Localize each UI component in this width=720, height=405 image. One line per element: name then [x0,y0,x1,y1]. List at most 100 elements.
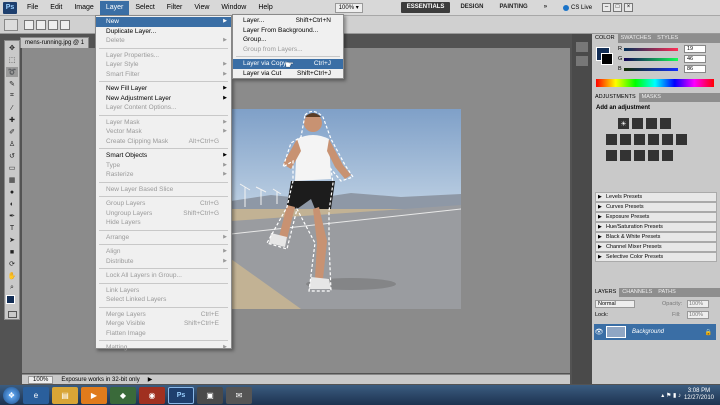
tool-preset-icon[interactable] [4,19,18,31]
maximize-button[interactable]: □ [613,3,623,12]
threshold-icon[interactable] [634,150,645,161]
app-taskbar-icon-1[interactable]: ◆ [110,386,136,404]
gradient-map-icon[interactable] [648,150,659,161]
curves-icon[interactable] [646,118,657,129]
preset-levels[interactable]: Levels Presets [595,192,717,202]
crop-tool-icon[interactable]: ⌗ [6,91,18,101]
black-white-icon[interactable] [648,134,659,145]
levels-icon[interactable] [632,118,643,129]
quick-select-tool-icon[interactable]: ✎ [6,79,18,89]
photo-filter-icon[interactable] [662,134,673,145]
dodge-tool-icon[interactable]: ◐ [6,199,18,209]
status-arrow-icon[interactable]: ▶ [148,376,153,383]
adjustment-icons-row-2[interactable] [606,134,687,145]
clone-stamp-tool-icon[interactable]: ♙ [6,139,18,149]
preset-hue-saturation[interactable]: Hue/Saturation Presets [595,222,717,232]
tab-masks[interactable]: MASKS [639,93,664,102]
tab-paths[interactable]: PATHS [655,288,679,297]
menu-view[interactable]: View [188,1,215,15]
eraser-tool-icon[interactable]: ▭ [6,163,18,173]
tab-color[interactable]: COLOR [592,34,618,43]
clock[interactable]: 3:08 PM 12/27/2010 [684,388,714,402]
menu-item-layer[interactable]: Layer... Shift+Ctrl+N [233,16,343,26]
invert-icon[interactable] [606,150,617,161]
actions-panel-icon[interactable] [576,56,588,66]
menu-image[interactable]: Image [68,1,99,15]
b-slider[interactable] [624,68,678,71]
shape-tool-icon[interactable]: ■ [6,247,18,257]
menu-item-layer-from-background[interactable]: Layer From Background... [233,26,343,36]
cs-live-button[interactable]: CS Live [563,4,592,11]
visibility-eye-icon[interactable]: 👁 [594,328,604,336]
preset-channel-mixer[interactable]: Channel Mixer Presets [595,242,717,252]
menu-help[interactable]: Help [252,1,278,15]
close-button[interactable]: × [624,3,634,12]
app-taskbar-icon-4[interactable]: ✉ [226,386,252,404]
g-slider[interactable] [624,58,678,61]
workspace-more-button[interactable]: » [538,2,553,13]
menu-file[interactable]: File [21,1,44,15]
explorer-taskbar-icon[interactable]: ▤ [52,386,78,404]
r-value-field[interactable]: 19 [684,45,706,53]
3d-rotate-tool-icon[interactable]: ⟳ [6,259,18,269]
zoom-dropdown[interactable]: 100% ▾ [334,2,363,13]
tray-icons[interactable]: ▴ ⚑ ▮ ♪ [661,392,681,399]
workspace-design[interactable]: DESIGN [454,2,489,13]
menu-filter[interactable]: Filter [161,1,189,15]
layer-name[interactable]: Background [632,329,705,335]
preset-black-white[interactable]: Black & White Presets [595,232,717,242]
ie-taskbar-icon[interactable]: e [23,386,49,404]
minimize-button[interactable]: – [602,3,612,12]
layer-row-background[interactable]: 👁 Background 🔒 [594,324,716,340]
gradient-tool-icon[interactable]: ▦ [6,175,18,185]
path-selection-tool-icon[interactable]: ➤ [6,235,18,245]
history-panel-icon[interactable] [576,42,588,52]
hue-saturation-icon[interactable] [620,134,631,145]
type-tool-icon[interactable]: T [6,223,18,233]
menu-item-group[interactable]: Group... [233,35,343,45]
foreground-color-swatch[interactable] [6,295,15,304]
menu-window[interactable]: Window [215,1,252,15]
preset-curves[interactable]: Curves Presets [595,202,717,212]
preset-selective-color[interactable]: Selective Color Presets [595,252,717,262]
workspace-essentials[interactable]: ESSENTIALS [400,2,451,13]
zoom-tool-icon[interactable]: ⌕ [6,283,18,293]
tab-layers[interactable]: LAYERS [592,288,620,297]
pen-tool-icon[interactable]: ✒ [6,211,18,221]
healing-brush-tool-icon[interactable]: ✚ [6,115,18,125]
blur-tool-icon[interactable]: ● [6,187,18,197]
hand-tool-icon[interactable]: ✋ [6,271,18,281]
selection-mode-icons[interactable] [24,20,74,30]
brush-tool-icon[interactable]: ✐ [6,127,18,137]
vibrance-icon[interactable] [606,134,617,145]
posterize-icon[interactable] [620,150,631,161]
color-balance-icon[interactable] [634,134,645,145]
fill-field[interactable]: 100% [687,311,709,319]
start-button-icon[interactable]: ❖ [3,386,20,404]
selective-color-icon[interactable] [662,150,673,161]
menu-layer[interactable]: Layer [99,0,130,15]
menu-item-new[interactable]: New ▶ [96,17,231,27]
menu-item-new-fill-layer[interactable]: New Fill Layer ▶ [96,84,231,94]
tab-adjustments[interactable]: ADJUSTMENTS [592,93,639,102]
color-bg-swatch[interactable] [601,53,613,65]
blend-mode-select[interactable]: Normal [595,300,635,308]
move-tool-icon[interactable]: ✥ [6,43,18,53]
r-slider[interactable] [624,48,678,51]
menu-item-new-adjustment-layer[interactable]: New Adjustment Layer ▶ [96,94,231,104]
b-value-field[interactable]: 86 [684,65,706,73]
runner-photo[interactable] [231,109,461,309]
menu-edit[interactable]: Edit [44,1,68,15]
workspace-painting[interactable]: PAINTING [493,2,533,13]
app-taskbar-icon-3[interactable]: ▣ [197,386,223,404]
g-value-field[interactable]: 46 [684,55,706,63]
media-player-taskbar-icon[interactable]: ▶ [81,386,107,404]
opacity-field[interactable]: 100% [687,300,709,308]
exposure-icon[interactable] [660,118,671,129]
photoshop-taskbar-icon[interactable]: Ps [168,386,194,404]
preset-exposure[interactable]: Exposure Presets [595,212,717,222]
color-spectrum-bar[interactable] [596,79,714,87]
tab-styles[interactable]: STYLES [654,34,681,43]
marquee-tool-icon[interactable]: ⬚ [6,55,18,65]
adjustment-icons-row-1[interactable]: ☀ [618,118,671,129]
